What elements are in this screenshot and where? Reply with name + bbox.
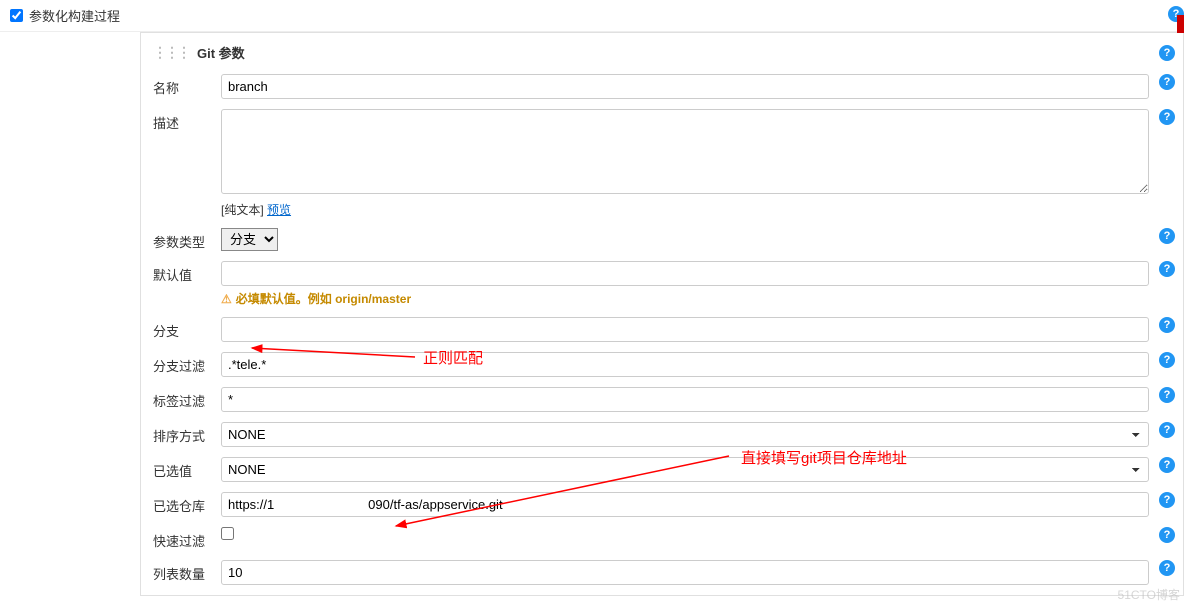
watermark: 51CTO博客 (1118, 586, 1180, 603)
help-icon[interactable]: ? (1159, 261, 1175, 277)
tag-filter-label: 标签过滤 (153, 387, 209, 410)
description-label: 描述 (153, 109, 209, 132)
help-icon[interactable]: ? (1159, 317, 1175, 333)
branch-filter-label: 分支过滤 (153, 352, 209, 375)
selected-value-label: 已选值 (153, 457, 209, 480)
block-title: Git 参数 (197, 43, 245, 62)
branch-filter-input[interactable] (221, 352, 1149, 377)
selected-repo-input[interactable] (221, 492, 1149, 517)
sort-mode-label: 排序方式 (153, 422, 209, 445)
list-count-input[interactable] (221, 560, 1149, 585)
help-icon[interactable]: ? (1159, 560, 1175, 576)
default-value-warning: ⚠ 必填默认值。例如 origin/master (221, 290, 1149, 307)
quick-filter-label: 快速过滤 (153, 527, 209, 550)
description-subtext: [纯文本] 预览 (221, 201, 1149, 218)
default-value-input[interactable] (221, 261, 1149, 286)
help-icon[interactable]: ? (1159, 457, 1175, 473)
description-textarea[interactable] (221, 109, 1149, 194)
branch-label: 分支 (153, 317, 209, 340)
help-icon[interactable]: ? (1159, 74, 1175, 90)
list-count-label: 列表数量 (153, 560, 209, 583)
warning-icon: ⚠ (221, 292, 232, 306)
selected-repo-label: 已选仓库 (153, 492, 209, 515)
selected-value-select[interactable]: NONE (221, 457, 1149, 482)
branch-input[interactable] (221, 317, 1149, 342)
delete-button[interactable]: X (1177, 15, 1184, 33)
help-icon[interactable]: ? (1159, 492, 1175, 508)
help-icon[interactable]: ? (1159, 387, 1175, 403)
param-type-label: 参数类型 (153, 228, 209, 251)
default-value-label: 默认值 (153, 261, 209, 284)
param-type-select[interactable]: 分支 (221, 228, 278, 251)
quick-filter-checkbox[interactable] (221, 527, 234, 540)
help-icon[interactable]: ? (1159, 527, 1175, 543)
name-label: 名称 (153, 74, 209, 97)
parameterized-build-checkbox[interactable] (10, 9, 23, 22)
help-icon[interactable]: ? (1159, 109, 1175, 125)
help-icon[interactable]: ? (1159, 422, 1175, 438)
sort-mode-select[interactable]: NONE (221, 422, 1149, 447)
drag-handle-icon[interactable]: ⋮⋮⋮ (153, 44, 189, 61)
parameterized-build-label: 参数化构建过程 (29, 6, 120, 25)
help-icon[interactable]: ? (1159, 45, 1175, 61)
preview-link[interactable]: 预览 (267, 203, 291, 217)
git-parameter-block: X ⋮⋮⋮ Git 参数 ? 名称 ? 描述 [纯文本] 预览 ? 参数类型 分… (140, 32, 1184, 596)
tag-filter-input[interactable] (221, 387, 1149, 412)
help-icon[interactable]: ? (1159, 352, 1175, 368)
help-icon[interactable]: ? (1159, 228, 1175, 244)
name-input[interactable] (221, 74, 1149, 99)
